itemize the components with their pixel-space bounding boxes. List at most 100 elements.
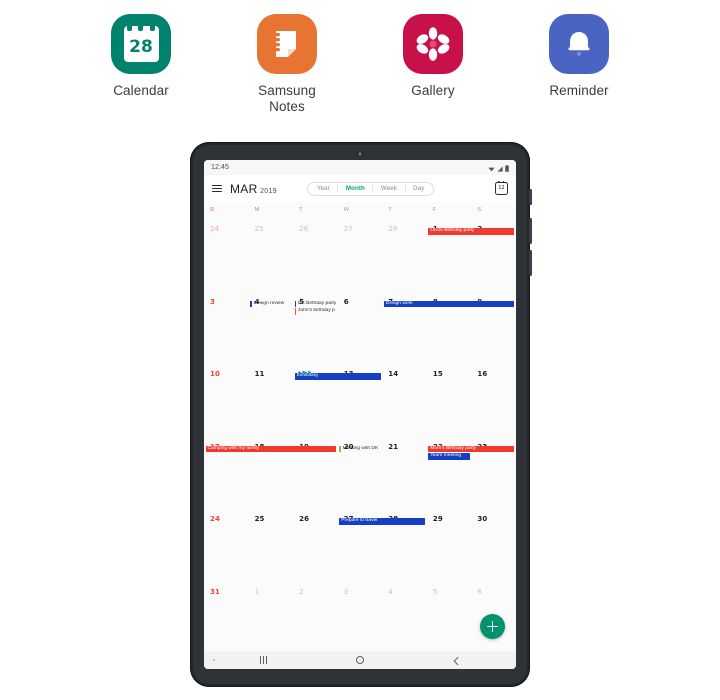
day-number: 3 <box>210 297 215 306</box>
day-cell[interactable]: 24 <box>204 506 249 579</box>
flower-glyph <box>415 26 451 62</box>
event-color-marker <box>250 300 252 307</box>
day-cell[interactable]: 25 <box>249 216 294 289</box>
day-cell[interactable]: 26 <box>293 216 338 289</box>
add-event-fab[interactable] <box>480 614 505 639</box>
view-mode-segmented-control: Year Month Week Day <box>307 181 434 196</box>
day-cell[interactable]: 28 <box>382 216 427 289</box>
day-cell[interactable]: 24 <box>204 216 249 289</box>
day-cell[interactable]: 5 <box>293 289 338 362</box>
day-cell[interactable]: 19 <box>293 434 338 507</box>
day-cell[interactable]: 7 <box>382 289 427 362</box>
day-cell[interactable]: 3 <box>338 579 383 652</box>
today-calendar-icon[interactable]: 12 <box>494 180 508 195</box>
current-month-label: MAR <box>230 181 258 196</box>
calendar-event[interactable]: Meeting with DK <box>339 445 381 452</box>
event-title: DK Birthday party <box>298 300 337 306</box>
app-shortcut-calendar[interactable]: 28 Calendar <box>91 14 191 134</box>
day-cell[interactable]: 13 <box>338 361 383 434</box>
app-shortcut-gallery[interactable]: Gallery <box>383 14 483 134</box>
day-number: 11 <box>254 370 265 378</box>
front-camera-icon <box>358 152 362 156</box>
day-cell[interactable]: 12 <box>293 361 338 434</box>
home-icon[interactable] <box>356 656 365 664</box>
day-cell[interactable]: 25 <box>249 506 294 579</box>
reminder-app-icon[interactable] <box>549 14 609 74</box>
day-cell[interactable]: 23 <box>471 434 516 507</box>
tab-week[interactable]: Week <box>373 182 404 196</box>
day-number: 29 <box>432 515 443 523</box>
nav-buttons <box>260 656 460 664</box>
week-row: 24 25 26 2728 29 30 Prepare to travel <box>204 506 516 579</box>
day-cell[interactable]: 27 <box>338 506 383 579</box>
day-cell[interactable]: 9 <box>471 289 516 362</box>
tab-year[interactable]: Year <box>309 182 337 196</box>
power-button[interactable] <box>529 189 532 205</box>
tab-month[interactable]: Month <box>338 182 372 196</box>
calendar-event[interactable]: Camping with my family <box>205 445 337 452</box>
day-number: 1 <box>254 587 260 596</box>
calendar-event[interactable]: Team meeting <box>428 453 470 460</box>
calendar-event[interactable]: Exhibiting <box>294 373 381 380</box>
day-cell[interactable]: 22 <box>427 434 472 507</box>
calendar-event[interactable]: Prepare to travel <box>339 518 426 525</box>
day-cell[interactable]: 17 <box>204 434 249 507</box>
app-shortcut-label-samsung-notes: Samsung Notes <box>258 83 316 115</box>
calendar-event[interactable]: Uncle Birthday party <box>428 228 515 235</box>
day-of-week-header-row: SMTWTFS <box>204 202 516 216</box>
back-icon[interactable] <box>453 657 460 664</box>
day-cell[interactable]: 31 <box>204 579 249 652</box>
day-cell[interactable]: 15 <box>427 361 472 434</box>
day-cell[interactable]: 6 <box>338 289 383 362</box>
gallery-app-icon[interactable] <box>403 14 463 74</box>
tablet-device-frame: 12:45 MAR 2019 Year Month Week Day 12 S … <box>190 142 532 687</box>
day-cell[interactable]: 30 <box>471 506 516 579</box>
event-title: Design review <box>253 300 285 306</box>
samsung-notes-app-icon[interactable] <box>257 14 317 74</box>
day-cell[interactable]: 27 <box>338 216 383 289</box>
day-number: 24 <box>210 515 220 523</box>
day-cell[interactable]: 20 <box>338 434 383 507</box>
day-of-week-header-6: S <box>477 207 482 213</box>
day-cell[interactable]: 11 <box>249 361 294 434</box>
volume-up-button[interactable] <box>529 218 532 244</box>
day-cell[interactable]: 5 <box>427 579 472 652</box>
day-number: 15 <box>432 370 443 378</box>
day-cell[interactable]: 4 <box>249 289 294 362</box>
app-shortcut-samsung-notes[interactable]: Samsung Notes <box>237 14 337 134</box>
calendar-event[interactable]: DK Birthday party <box>294 300 337 307</box>
tab-day[interactable]: Day <box>406 182 432 196</box>
app-shortcut-reminder[interactable]: Reminder <box>529 14 629 134</box>
day-cell[interactable]: 1 <box>427 216 472 289</box>
event-color-marker <box>294 300 297 307</box>
page-title: MAR 2019 <box>230 182 277 196</box>
volume-down-button[interactable] <box>529 250 532 276</box>
event-color-marker <box>339 445 341 452</box>
calendar-event[interactable]: Design review <box>250 300 292 307</box>
day-cell[interactable]: 4 <box>382 579 427 652</box>
day-cell[interactable]: 8 <box>427 289 472 362</box>
day-cell[interactable]: 14 <box>382 361 427 434</box>
day-cell[interactable]: 18 <box>249 434 294 507</box>
calendar-event[interactable]: Mom's Birthday party <box>428 445 515 452</box>
day-cell[interactable]: 29 <box>427 506 472 579</box>
day-cell[interactable]: 2 <box>471 216 516 289</box>
hamburger-menu-icon[interactable] <box>212 184 222 193</box>
day-number: 27 <box>343 225 353 233</box>
day-cell[interactable]: 1 <box>249 579 294 652</box>
day-cell[interactable]: 16 <box>471 361 516 434</box>
calendar-event[interactable]: John's birthday p <box>294 308 337 315</box>
calendar-event[interactable]: Design work <box>383 300 515 307</box>
day-cell[interactable]: 21 <box>382 434 427 507</box>
day-number: 3 <box>343 587 349 596</box>
recents-icon[interactable] <box>260 656 268 664</box>
day-number: 6 <box>477 587 482 596</box>
day-cell[interactable]: 3 <box>204 289 249 362</box>
calendar-teeth <box>124 26 159 34</box>
day-cell[interactable]: 2 <box>293 579 338 652</box>
day-cell[interactable]: 26 <box>293 506 338 579</box>
calendar-app-icon[interactable]: 28 <box>111 14 171 74</box>
week-row: 10 11 1213 14 15 16 Exhibiting <box>204 361 516 434</box>
day-cell[interactable]: 28 <box>382 506 427 579</box>
day-cell[interactable]: 10 <box>204 361 249 434</box>
